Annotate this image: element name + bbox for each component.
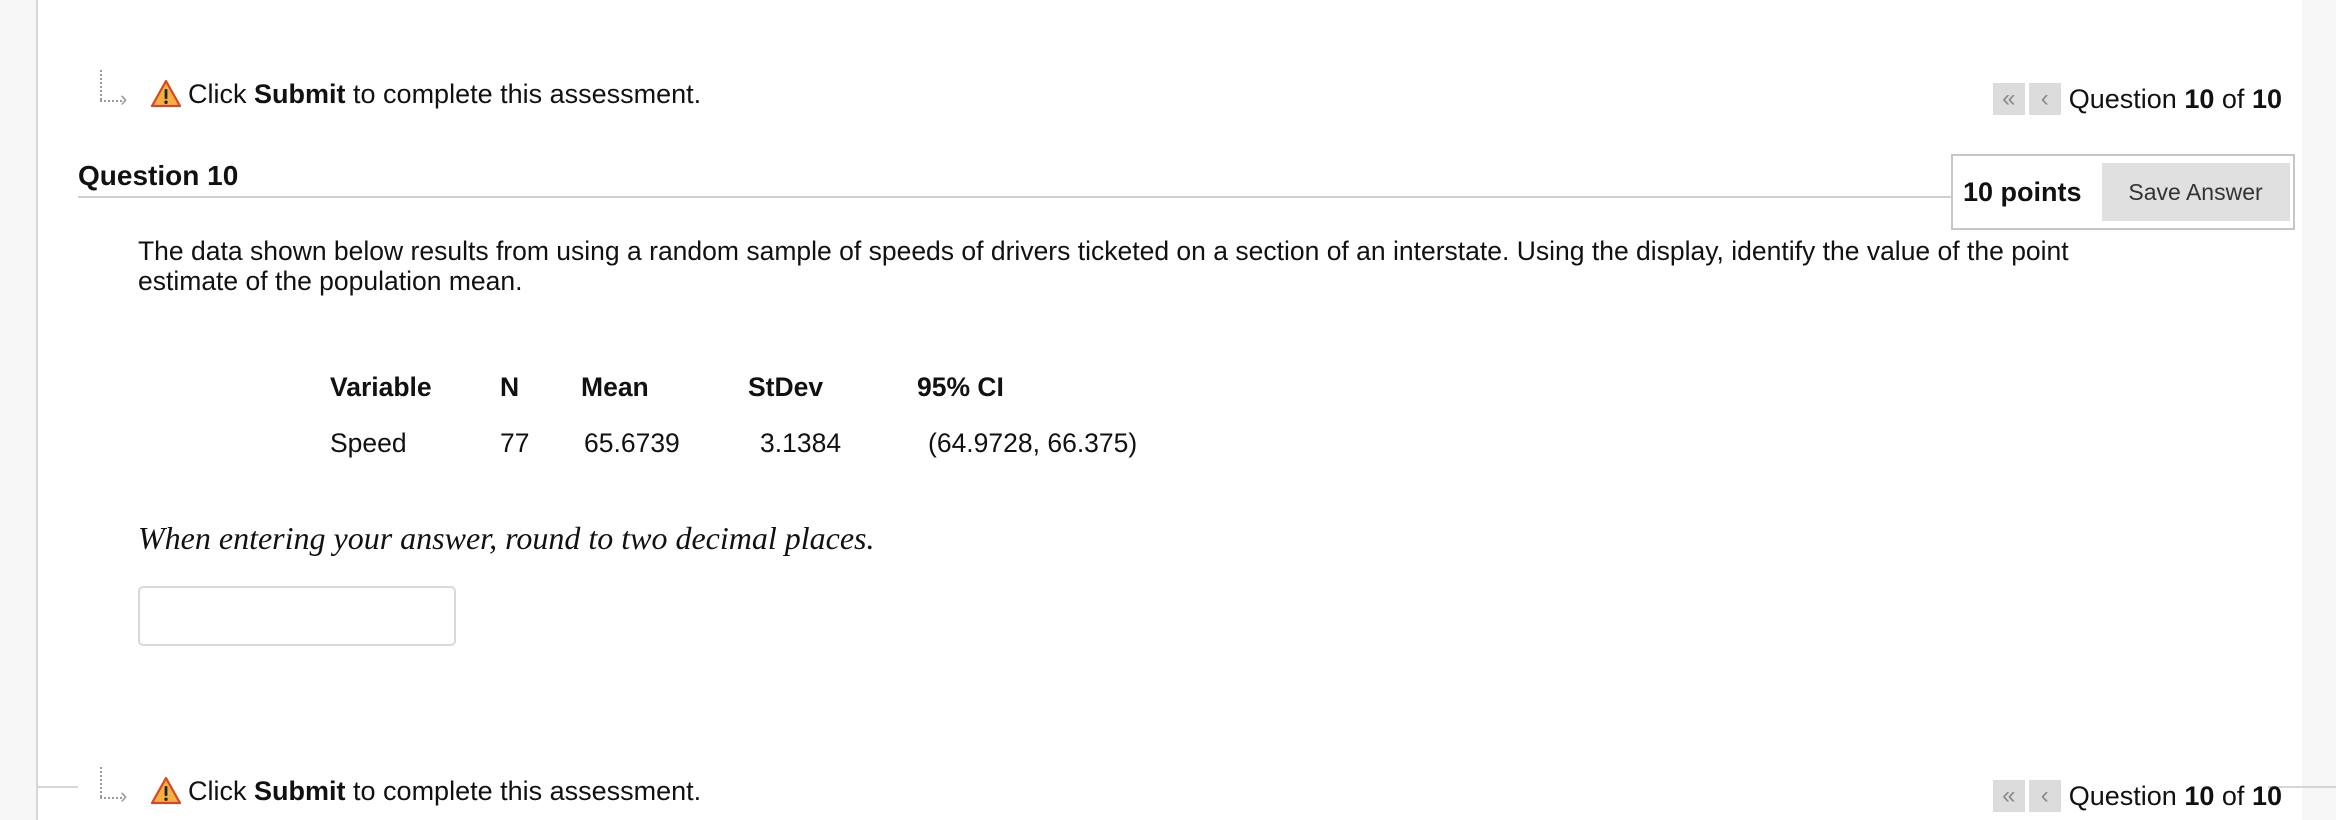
- submit-notice-bottom: › Click Submit to complete this assessme…: [98, 767, 702, 811]
- chevron-left-icon[interactable]: ‹: [2028, 83, 2061, 115]
- points-box: 10 points Save Answer: [1951, 154, 2295, 230]
- warning-icon: [150, 776, 182, 805]
- table-header-variable: Variable: [330, 372, 432, 402]
- submit-instruction: Click Submit to complete this assessment…: [188, 775, 702, 806]
- submit-keyword: Submit: [254, 78, 346, 109]
- table-cell-n: 77: [500, 428, 530, 458]
- points-label: 10 points: [1963, 176, 2082, 207]
- question-text: The data shown below results from using …: [138, 236, 2069, 296]
- question-title: Question 10: [78, 160, 239, 191]
- submit-keyword: Submit: [254, 775, 346, 806]
- table-header-n: N: [500, 372, 520, 402]
- table-cell-mean: 65.6739: [584, 428, 680, 458]
- table-cell-stdev: 3.1384: [760, 428, 842, 458]
- submit-notice-top: › Click Submit to complete this assessme…: [98, 70, 702, 114]
- chevron-left-icon[interactable]: ‹: [2028, 780, 2061, 812]
- question-nav-bottom: « ‹ Question 10 of 10: [1992, 776, 2282, 816]
- connector-arrow-icon: ›: [98, 767, 150, 811]
- double-chevron-left-icon[interactable]: «: [1992, 780, 2025, 812]
- table-header-ci: 95% CI: [917, 372, 1004, 402]
- table-cell-ci: (64.9728, 66.375): [928, 428, 1138, 458]
- table-cell-variable: Speed: [330, 428, 407, 458]
- panel-divider: [36, 786, 78, 788]
- submit-instruction: Click Submit to complete this assessment…: [188, 78, 702, 109]
- warning-icon: [150, 79, 182, 108]
- question-nav-top: « ‹ Question 10 of 10: [1992, 79, 2282, 119]
- table-header-stdev: StDev: [748, 372, 824, 402]
- rounding-instruction: When entering your answer, round to two …: [138, 520, 875, 556]
- save-answer-button[interactable]: Save Answer: [2101, 163, 2290, 221]
- assessment-panel: [36, 0, 2302, 820]
- table-header-mean: Mean: [581, 372, 649, 402]
- question-counter: Question 10 of 10: [2068, 780, 2282, 811]
- answer-input[interactable]: [138, 586, 456, 646]
- question-divider: [78, 196, 1952, 198]
- connector-arrow-icon: ›: [98, 70, 150, 114]
- question-counter: Question 10 of 10: [2068, 83, 2282, 114]
- double-chevron-left-icon[interactable]: «: [1992, 83, 2025, 115]
